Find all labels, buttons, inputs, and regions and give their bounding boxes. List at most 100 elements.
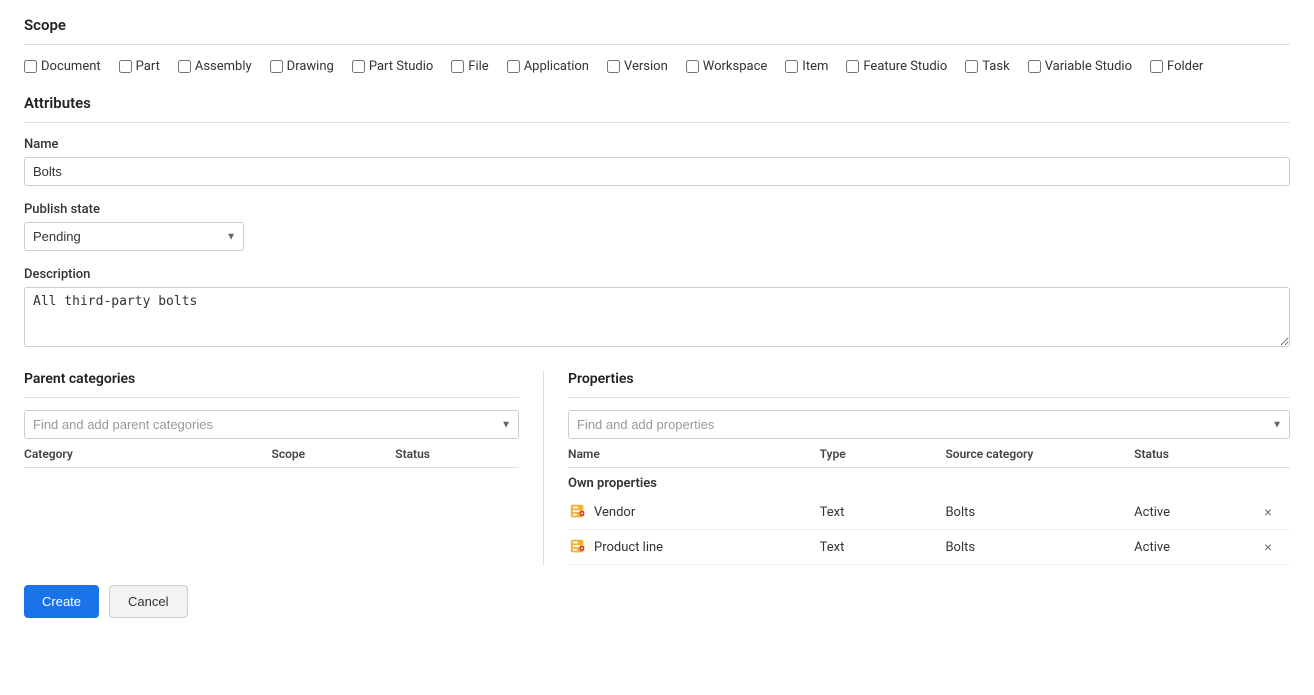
- scope-checkbox-label-cb-part: Part: [136, 59, 160, 74]
- scope-checkbox-input-cb-version[interactable]: [607, 60, 620, 73]
- scope-checkbox-label-cb-folder: Folder: [1167, 59, 1203, 74]
- scope-checkbox-cb-task[interactable]: Task: [965, 59, 1009, 74]
- scope-checkboxes: Document Part Assembly Drawing Part Studio Fi…: [24, 59, 1290, 74]
- properties-section: Properties Find and add properties ▼ Nam…: [544, 371, 1290, 565]
- name-input[interactable]: [24, 157, 1290, 186]
- scope-checkbox-label-cb-variablestudio: Variable Studio: [1045, 59, 1132, 74]
- scope-checkbox-label-cb-drawing: Drawing: [287, 59, 334, 74]
- scope-checkbox-label-cb-file: File: [468, 59, 488, 74]
- scope-checkbox-cb-drawing[interactable]: Drawing: [270, 59, 334, 74]
- publish-state-wrapper: PendingPublishedObsolete ▼: [24, 222, 244, 251]
- scope-checkbox-label-cb-task: Task: [982, 59, 1009, 74]
- prop-name-cell-0: Vendor: [568, 502, 820, 522]
- description-field-group: Description: [24, 267, 1290, 351]
- prop-status-0: Active: [1134, 505, 1260, 520]
- scope-checkbox-cb-assembly[interactable]: Assembly: [178, 59, 252, 74]
- prop-remove-button-1[interactable]: ×: [1260, 537, 1276, 557]
- scope-checkbox-cb-item[interactable]: Item: [785, 59, 828, 74]
- cancel-button[interactable]: Cancel: [109, 585, 187, 618]
- props-col-source: Source category: [945, 447, 1134, 461]
- scope-checkbox-label-cb-application: Application: [524, 59, 589, 74]
- scope-checkbox-label-cb-assembly: Assembly: [195, 59, 252, 74]
- scope-checkbox-label-cb-document: Document: [41, 59, 101, 74]
- prop-icon-1: [568, 537, 588, 557]
- scope-checkbox-input-cb-item[interactable]: [785, 60, 798, 73]
- description-textarea[interactable]: [24, 287, 1290, 347]
- scope-checkbox-input-cb-folder[interactable]: [1150, 60, 1163, 73]
- scope-checkbox-input-cb-document[interactable]: [24, 60, 37, 73]
- properties-select[interactable]: Find and add properties: [568, 410, 1290, 439]
- scope-checkbox-label-cb-item: Item: [802, 59, 828, 74]
- scope-checkbox-input-cb-part[interactable]: [119, 60, 132, 73]
- create-button[interactable]: Create: [24, 585, 99, 618]
- scope-checkbox-input-cb-assembly[interactable]: [178, 60, 191, 73]
- scope-checkbox-label-cb-partstudio: Part Studio: [369, 59, 433, 74]
- scope-checkbox-cb-application[interactable]: Application: [507, 59, 589, 74]
- publish-state-select[interactable]: PendingPublishedObsolete: [24, 222, 244, 251]
- props-col-action: [1260, 447, 1290, 461]
- scope-divider: [24, 44, 1290, 45]
- scope-checkbox-input-cb-task[interactable]: [965, 60, 978, 73]
- scope-checkbox-cb-document[interactable]: Document: [24, 59, 101, 74]
- parent-categories-select[interactable]: Find and add parent categories: [24, 410, 519, 439]
- bottom-sections: Parent categories Find and add parent ca…: [24, 371, 1290, 565]
- props-col-name: Name: [568, 447, 820, 461]
- scope-title: Scope: [24, 16, 1290, 34]
- scope-checkbox-label-cb-version: Version: [624, 59, 668, 74]
- properties-divider: [568, 397, 1290, 398]
- description-label: Description: [24, 267, 1290, 282]
- prop-type-0: Text: [820, 505, 946, 520]
- name-field-group: Name: [24, 137, 1290, 186]
- prop-remove-button-0[interactable]: ×: [1260, 502, 1276, 522]
- scope-checkbox-cb-part[interactable]: Part: [119, 59, 160, 74]
- scope-checkbox-cb-featurestudio[interactable]: Feature Studio: [846, 59, 947, 74]
- scope-checkbox-cb-partstudio[interactable]: Part Studio: [352, 59, 433, 74]
- scope-checkbox-cb-file[interactable]: File: [451, 59, 488, 74]
- attributes-divider: [24, 122, 1290, 123]
- parent-col-status: Status: [395, 447, 519, 461]
- name-label: Name: [24, 137, 1290, 152]
- scope-checkbox-cb-version[interactable]: Version: [607, 59, 668, 74]
- prop-remove-cell-0: ×: [1260, 502, 1290, 522]
- property-row-1: Product line TextBoltsActive×: [568, 530, 1290, 565]
- scope-checkbox-cb-variablestudio[interactable]: Variable Studio: [1028, 59, 1132, 74]
- properties-dropdown-wrapper: Find and add properties ▼: [568, 410, 1290, 439]
- parent-col-scope: Scope: [272, 447, 396, 461]
- scope-checkbox-input-cb-file[interactable]: [451, 60, 464, 73]
- scope-checkbox-input-cb-featurestudio[interactable]: [846, 60, 859, 73]
- attributes-title: Attributes: [24, 94, 1290, 112]
- prop-type-1: Text: [820, 540, 946, 555]
- properties-table-header: Name Type Source category Status: [568, 439, 1290, 468]
- prop-status-1: Active: [1134, 540, 1260, 555]
- publish-state-label: Publish state: [24, 202, 1290, 217]
- parent-categories-section: Parent categories Find and add parent ca…: [24, 371, 544, 565]
- scope-checkbox-input-cb-workspace[interactable]: [686, 60, 699, 73]
- property-row-0: Vendor TextBoltsActive×: [568, 495, 1290, 530]
- scope-checkbox-cb-folder[interactable]: Folder: [1150, 59, 1203, 74]
- scope-checkbox-input-cb-variablestudio[interactable]: [1028, 60, 1041, 73]
- scope-checkbox-input-cb-partstudio[interactable]: [352, 60, 365, 73]
- prop-source-0: Bolts: [945, 505, 1134, 520]
- parent-categories-title: Parent categories: [24, 371, 519, 387]
- scope-checkbox-input-cb-drawing[interactable]: [270, 60, 283, 73]
- parent-col-category: Category: [24, 447, 272, 461]
- footer-actions: Create Cancel: [24, 585, 1290, 618]
- props-col-status: Status: [1134, 447, 1260, 461]
- prop-name-1: Product line: [594, 540, 663, 555]
- scope-section: Scope Document Part Assembly Drawing Part St…: [24, 16, 1290, 74]
- scope-checkbox-label-cb-workspace: Workspace: [703, 59, 768, 74]
- parent-categories-table-header: Category Scope Status: [24, 439, 519, 468]
- scope-checkbox-label-cb-featurestudio: Feature Studio: [863, 59, 947, 74]
- scope-checkbox-input-cb-application[interactable]: [507, 60, 520, 73]
- props-col-type: Type: [820, 447, 946, 461]
- properties-rows: VendorTextBoltsActive× Product lineTextB…: [568, 495, 1290, 565]
- publish-state-field-group: Publish state PendingPublishedObsolete ▼: [24, 202, 1290, 251]
- own-properties-group-label: Own properties: [568, 468, 1290, 495]
- scope-checkbox-cb-workspace[interactable]: Workspace: [686, 59, 768, 74]
- prop-icon-0: [568, 502, 588, 522]
- prop-source-1: Bolts: [945, 540, 1134, 555]
- prop-name-0: Vendor: [594, 505, 635, 520]
- properties-title: Properties: [568, 371, 1290, 387]
- prop-remove-cell-1: ×: [1260, 537, 1290, 557]
- attributes-section: Attributes Name Publish state PendingPub…: [24, 94, 1290, 351]
